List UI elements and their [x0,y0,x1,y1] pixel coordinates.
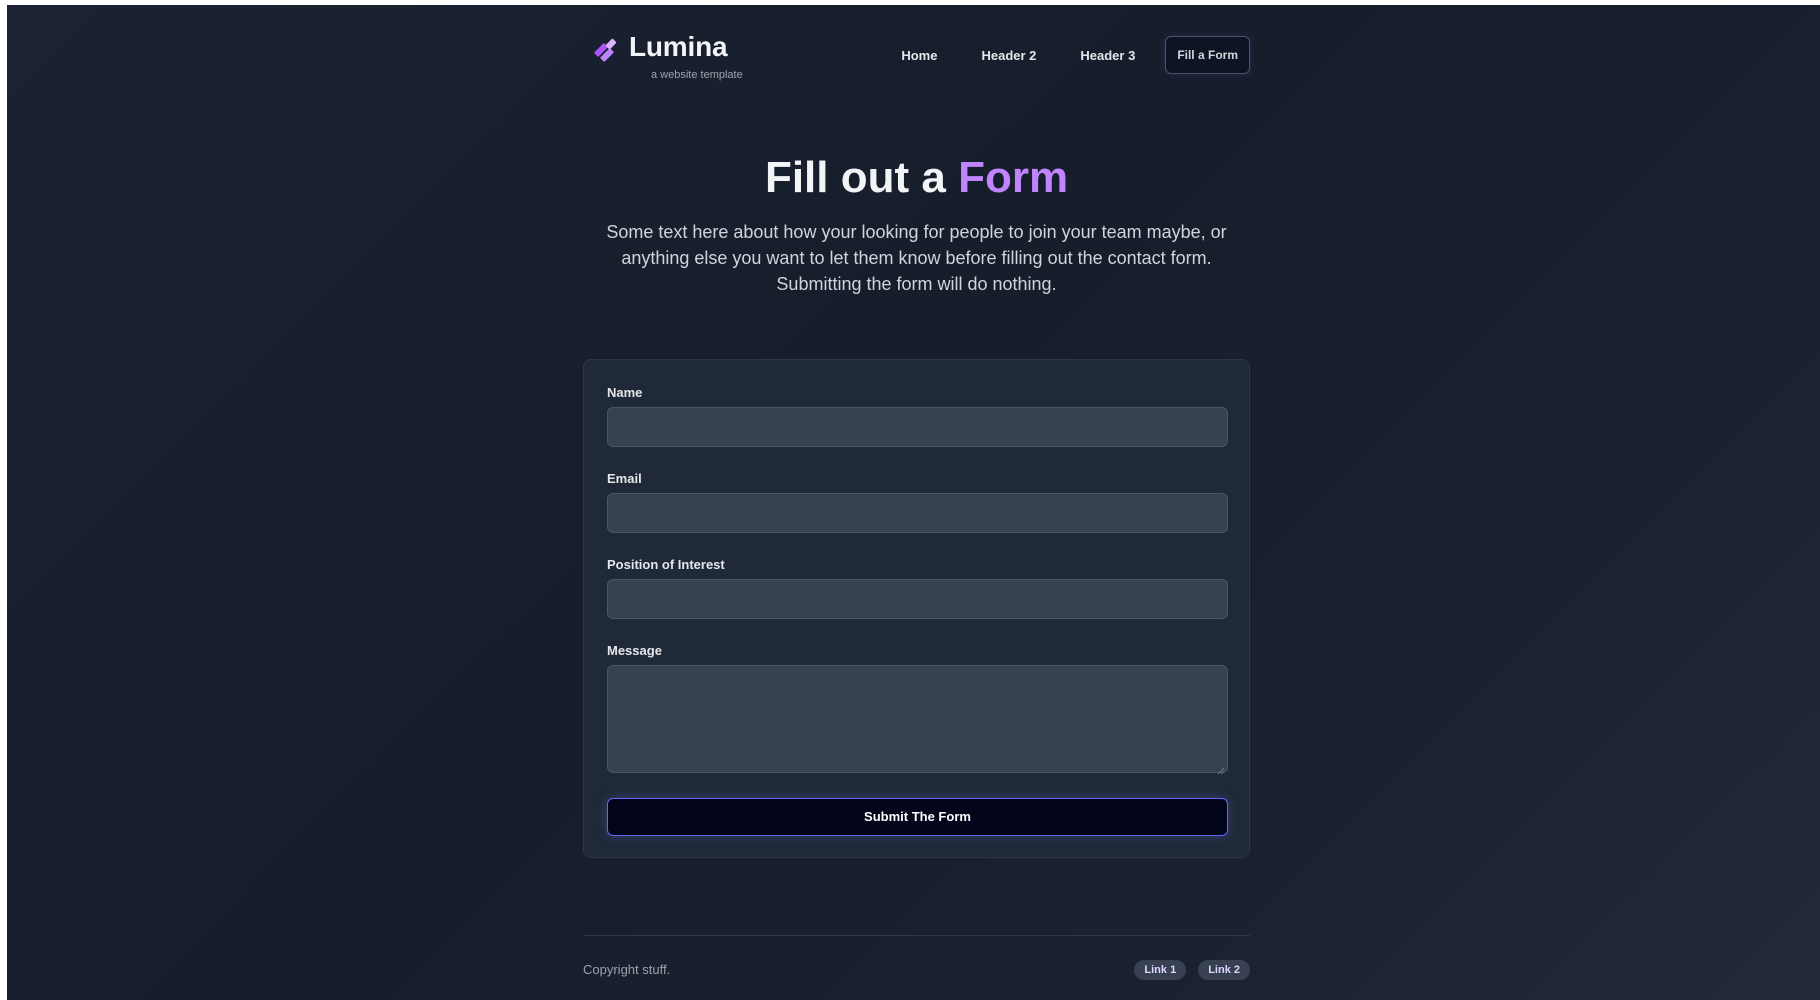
copyright-text: Copyright stuff. [583,962,671,977]
page-background: Lumina a website template Home Header 2 … [7,5,1820,1000]
email-label: Email [607,471,642,486]
position-label: Position of Interest [607,557,725,572]
brand-name: Lumina [629,31,728,62]
message-label: Message [607,643,662,658]
page-container: Lumina a website template Home Header 2 … [583,5,1250,1000]
fill-a-form-button[interactable]: Fill a Form [1165,36,1250,74]
brand-tagline: a website template [651,69,743,81]
position-input[interactable] [607,579,1228,619]
nav-link-home[interactable]: Home [879,48,959,63]
footer-link-1[interactable]: Link 1 [1134,960,1187,980]
diagonal-stripes-logo-icon [591,35,621,65]
submit-button[interactable]: Submit The Form [607,798,1228,836]
nav-link-header-2[interactable]: Header 2 [959,48,1058,63]
email-input[interactable] [607,493,1228,533]
name-input[interactable] [607,407,1228,447]
message-textarea[interactable] [607,665,1228,775]
nav-link-header-3[interactable]: Header 3 [1058,48,1157,63]
page-description: Some text here about how your looking fo… [606,222,1227,294]
footer-divider [583,935,1250,936]
name-label: Name [607,385,643,400]
footer-link-2[interactable]: Link 2 [1198,960,1250,980]
footer-links: Link 1 Link 2 [1122,960,1250,980]
contact-form: Name Email Position of Interest Message … [583,359,1250,858]
page-title: Fill out a Form [583,153,1250,203]
page-title-prefix: Fill out a [764,153,946,202]
resize-grip-icon[interactable] [1217,762,1225,775]
main-nav: Home Header 2 Header 3 Fill a Form [879,36,1250,74]
page-title-accent: Form [958,153,1069,202]
